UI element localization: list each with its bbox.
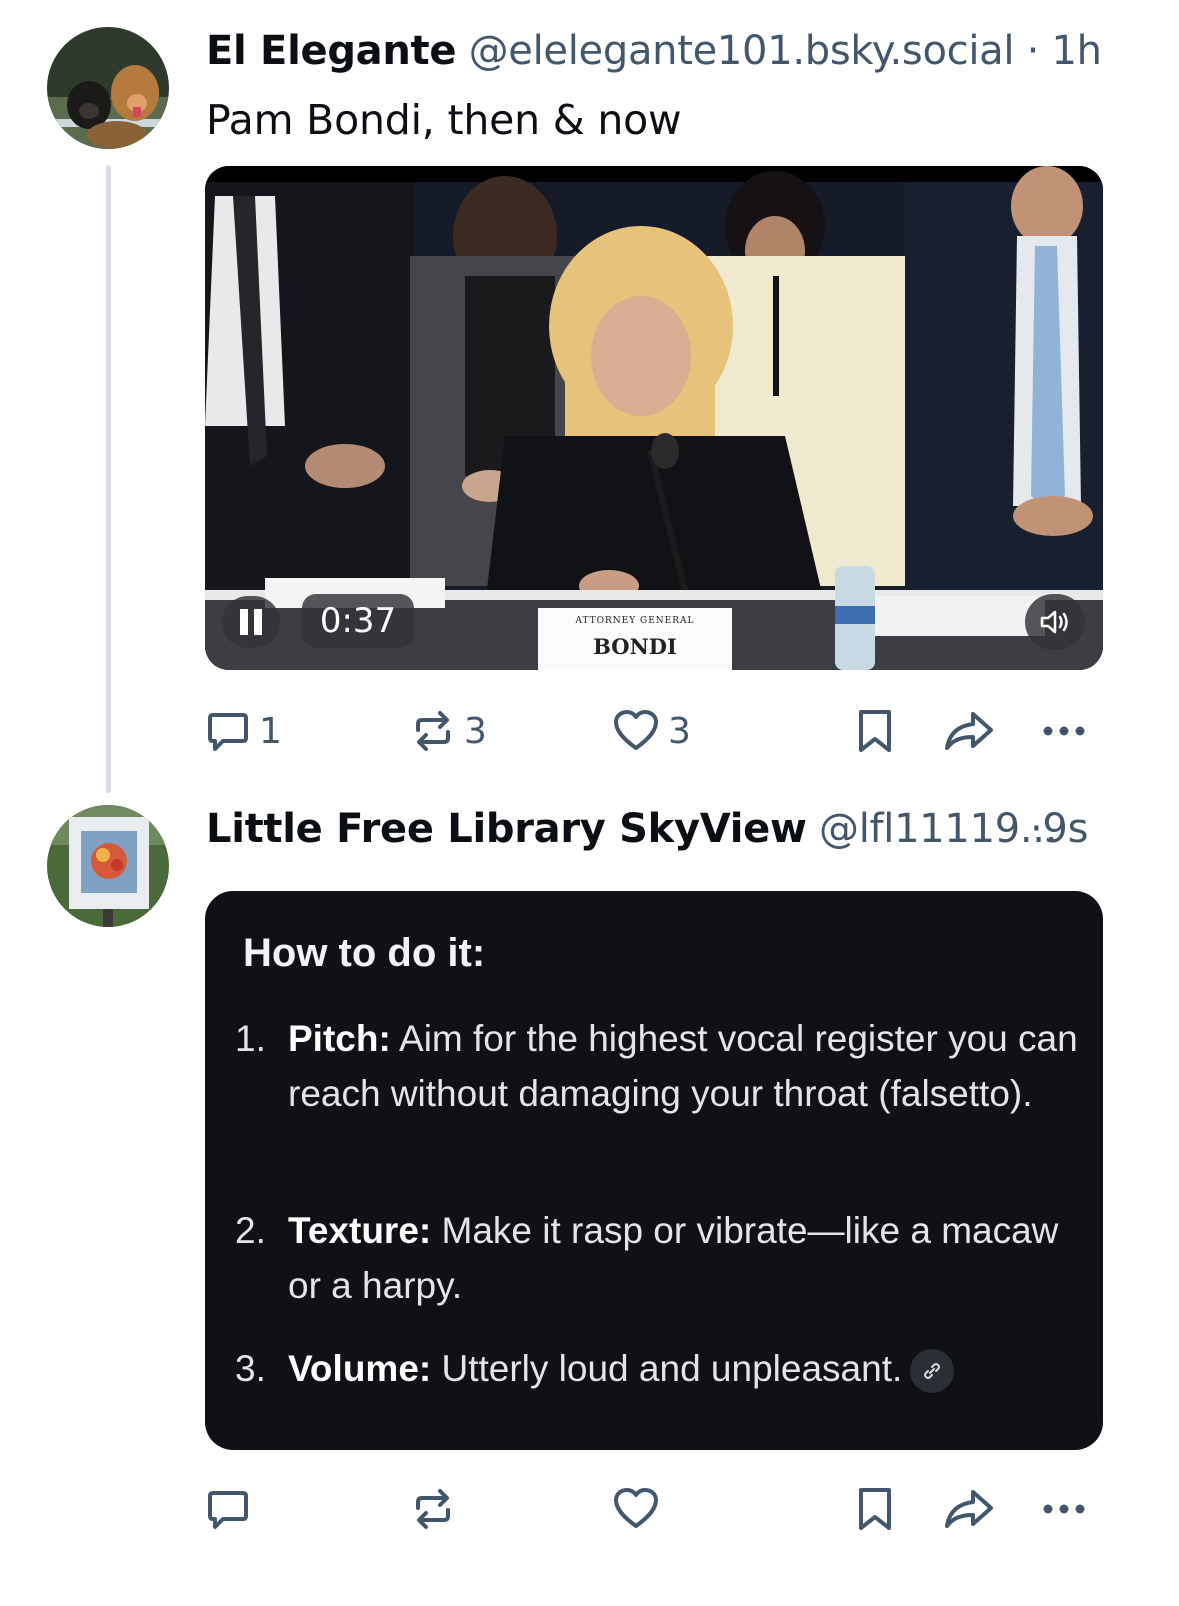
author-handle[interactable]: @elelegante101.bsky.social — [469, 28, 1015, 74]
more-options-button[interactable] — [1040, 1486, 1088, 1532]
share-button[interactable] — [943, 708, 995, 754]
post-time[interactable]: 9s — [1042, 806, 1088, 852]
repost-icon — [416, 711, 450, 751]
post-header: Little Free Library SkyView @lfl11119... — [206, 805, 1057, 853]
avatar[interactable] — [47, 27, 169, 149]
repost-icon — [416, 1489, 450, 1529]
list-item: 3. Volume: Utterly loud and unpleasant. — [235, 1341, 1075, 1401]
quoted-image-card[interactable]: How to do it: 1. Pitch: Aim for the high… — [205, 891, 1103, 1450]
card-title: How to do it: — [243, 931, 486, 975]
mute-button[interactable] — [1025, 594, 1085, 650]
more-icon — [1043, 1504, 1085, 1514]
share-button[interactable] — [943, 1486, 995, 1532]
share-icon — [945, 712, 993, 750]
author-name[interactable]: Little Free Library SkyView — [206, 806, 807, 852]
link-icon[interactable] — [910, 1349, 955, 1394]
item-text: Utterly loud and unpleasant. — [441, 1348, 903, 1389]
avatar[interactable] — [47, 805, 169, 927]
post-header: El Elegante @elelegante101.bsky.social ·… — [206, 27, 1102, 75]
reply-button[interactable]: 1 — [205, 708, 282, 754]
speaker-icon — [1040, 610, 1068, 634]
post-time[interactable]: 1h — [1051, 28, 1102, 74]
pause-icon — [240, 609, 248, 635]
more-options-button[interactable] — [1040, 708, 1088, 754]
like-button[interactable] — [612, 1486, 660, 1532]
list-item: 1. Pitch: Aim for the highest vocal regi… — [235, 1011, 1078, 1181]
separator: · — [1030, 806, 1043, 852]
list-item: 2. Texture: Make it rasp or vibrate—like… — [235, 1203, 1075, 1315]
reply-count: 1 — [259, 710, 282, 752]
repost-button[interactable]: 3 — [410, 708, 487, 754]
share-icon — [945, 1490, 993, 1528]
bookmark-button[interactable] — [855, 1486, 895, 1532]
item-number: 1. — [235, 1018, 266, 1059]
video-time: 0:37 — [302, 594, 414, 648]
repost-button[interactable] — [410, 1486, 456, 1532]
item-label: Volume: — [288, 1348, 432, 1389]
heart-icon — [614, 710, 658, 750]
post-time-group: ·9s — [1030, 805, 1088, 853]
placard-name: BONDI — [593, 634, 677, 659]
separator: · — [1026, 28, 1040, 74]
thread-line — [106, 165, 111, 793]
item-text: Aim for the highest vocal register you c… — [288, 1018, 1078, 1114]
item-number: 3. — [235, 1348, 266, 1389]
pause-button[interactable] — [222, 596, 280, 648]
item-label: Texture: — [288, 1210, 432, 1251]
author-name[interactable]: El Elegante — [206, 28, 456, 74]
item-label: Pitch: — [288, 1018, 391, 1059]
post-text: Pam Bondi, then & now — [206, 96, 682, 144]
author-handle[interactable]: @lfl11119... — [819, 806, 1057, 852]
like-button[interactable]: 3 — [612, 708, 691, 754]
reply-icon — [208, 713, 248, 751]
item-number: 2. — [235, 1210, 266, 1251]
heart-icon — [614, 1488, 658, 1528]
reply-button[interactable] — [205, 1486, 251, 1532]
reply-icon — [208, 1491, 248, 1529]
bookmark-icon — [859, 1488, 891, 1530]
repost-count: 3 — [464, 710, 487, 752]
bookmark-button[interactable] — [855, 708, 895, 754]
placard-title: ATTORNEY GENERAL — [575, 616, 695, 626]
like-count: 3 — [668, 710, 691, 752]
more-icon — [1043, 726, 1085, 736]
bookmark-icon — [859, 710, 891, 752]
